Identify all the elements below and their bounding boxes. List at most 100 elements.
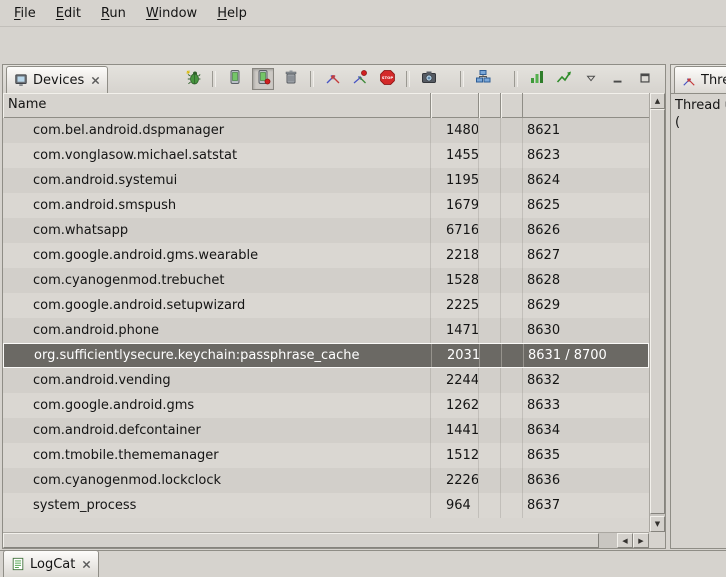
- blank-cell: [501, 293, 523, 318]
- process-pid: 1528: [431, 268, 479, 293]
- start-method-profiling-button[interactable]: [350, 69, 370, 89]
- update-heap-button[interactable]: [225, 69, 245, 89]
- process-port: 8630: [523, 318, 649, 343]
- tab-threads[interactable]: Threads: [674, 66, 726, 93]
- stop-process-button[interactable]: STOP: [377, 69, 397, 89]
- process-port: 8626: [523, 218, 649, 243]
- blank-cell: [502, 344, 524, 367]
- process-pid: 14553: [431, 143, 479, 168]
- process-name: system_process: [3, 493, 431, 518]
- scroll-right-button[interactable]: ▶: [633, 533, 649, 548]
- menu-file[interactable]: File: [4, 3, 46, 24]
- threads-view: Threads Thread up (: [670, 64, 726, 549]
- vertical-scroll-thumb[interactable]: [650, 109, 665, 514]
- table-row[interactable]: com.google.android.gms 12623 8633: [3, 393, 649, 418]
- horizontal-scrollbar[interactable]: ◀ ▶: [3, 532, 649, 548]
- stats-button[interactable]: [527, 69, 547, 89]
- blank-cell: [501, 418, 523, 443]
- screen-capture-icon: [421, 69, 437, 89]
- blank-cell: [479, 493, 501, 518]
- view-hierarchy-button[interactable]: [473, 69, 493, 89]
- blank-cell: [501, 118, 523, 143]
- table-row[interactable]: org.sufficientlysecure.keychain:passphra…: [3, 343, 649, 368]
- blank-cell: [479, 168, 501, 193]
- table-row[interactable]: com.cyanogenmod.lockclock 22265 8636: [3, 468, 649, 493]
- table-row[interactable]: com.android.phone 1471 8630: [3, 318, 649, 343]
- screen-capture-button[interactable]: [419, 69, 439, 89]
- update-threads-button[interactable]: [323, 69, 343, 89]
- vertical-scrollbar[interactable]: ▲ ▼: [649, 93, 665, 532]
- blank-cell: [479, 393, 501, 418]
- tab-devices-label: Devices: [33, 73, 84, 88]
- toolbar-separator: [212, 71, 216, 87]
- menu-run[interactable]: Run: [91, 3, 136, 24]
- main-toolbar-strip: [0, 27, 726, 62]
- table-row[interactable]: com.android.smspush 1679 8625: [3, 193, 649, 218]
- table-row[interactable]: com.vonglasow.michael.satstat 14553 8623: [3, 143, 649, 168]
- menu-window[interactable]: Window: [136, 3, 207, 24]
- table-row[interactable]: com.tmobile.thememanager 1512 8635: [3, 443, 649, 468]
- blank-cell: [501, 318, 523, 343]
- table-row[interactable]: com.android.vending 22440 8632: [3, 368, 649, 393]
- process-name: com.android.smspush: [3, 193, 431, 218]
- view-menu-button[interactable]: [581, 69, 601, 89]
- cause-gc-button[interactable]: [281, 69, 301, 89]
- table-row[interactable]: com.google.android.setupwizard 22250 862…: [3, 293, 649, 318]
- process-port: 8634: [523, 418, 649, 443]
- update-threads-icon: [325, 69, 341, 89]
- table-row[interactable]: com.whatsapp 6716 8626: [3, 218, 649, 243]
- process-pid: 22440: [431, 368, 479, 393]
- menu-run-label: Run: [101, 6, 126, 21]
- tab-devices[interactable]: Devices: [6, 66, 108, 93]
- process-name: com.android.vending: [3, 368, 431, 393]
- process-port: 8623: [523, 143, 649, 168]
- trace-button[interactable]: [554, 69, 574, 89]
- process-name: com.tmobile.thememanager: [3, 443, 431, 468]
- tab-logcat[interactable]: LogCat: [3, 550, 99, 577]
- dump-hprof-button[interactable]: [252, 68, 274, 90]
- ddms-window: File Edit Run Window Help Devices: [0, 0, 726, 577]
- column-header-pid[interactable]: [431, 93, 479, 118]
- close-icon[interactable]: [91, 76, 100, 85]
- table-row[interactable]: com.cyanogenmod.trebuchet 1528 8628: [3, 268, 649, 293]
- minimize-button[interactable]: [608, 69, 628, 89]
- devices-toolbar: STOP: [183, 65, 665, 93]
- table-row[interactable]: system_process 964 8637: [3, 493, 649, 518]
- process-pid: 22185: [431, 243, 479, 268]
- close-icon[interactable]: [82, 560, 91, 569]
- scroll-up-button[interactable]: ▲: [650, 93, 665, 109]
- table-row[interactable]: com.android.systemui 1195 8624: [3, 168, 649, 193]
- process-name: com.vonglasow.michael.satstat: [3, 143, 431, 168]
- menu-edit[interactable]: Edit: [46, 3, 91, 24]
- process-name: com.cyanogenmod.lockclock: [3, 468, 431, 493]
- process-port: 8637: [523, 493, 649, 518]
- scroll-left-button[interactable]: ◀: [617, 533, 633, 548]
- horizontal-scroll-thumb[interactable]: [3, 533, 599, 548]
- maximize-button[interactable]: [635, 69, 655, 89]
- menu-file-label: File: [14, 6, 36, 21]
- menu-help[interactable]: Help: [207, 3, 257, 24]
- svg-text:STOP: STOP: [381, 75, 393, 80]
- devices-view: Devices: [2, 64, 666, 549]
- column-header-blank-1[interactable]: [479, 93, 501, 118]
- blank-cell: [480, 344, 502, 367]
- process-name: com.cyanogenmod.trebuchet: [3, 268, 431, 293]
- blank-cell: [501, 218, 523, 243]
- process-port: 8624: [523, 168, 649, 193]
- column-header-blank-2[interactable]: [501, 93, 523, 118]
- table-row[interactable]: com.android.defcontainer 14411 8634: [3, 418, 649, 443]
- toolbar-separator: [310, 71, 314, 87]
- table-row[interactable]: com.google.android.gms.wearable 22185 86…: [3, 243, 649, 268]
- debug-process-button[interactable]: [183, 69, 203, 89]
- process-pid: 22250: [431, 293, 479, 318]
- trace-icon: [556, 69, 572, 89]
- devices-tabbar: Devices: [3, 65, 665, 94]
- column-header-name[interactable]: Name: [3, 93, 431, 118]
- table-row[interactable]: com.bel.android.dspmanager 1480 8621: [3, 118, 649, 143]
- menu-window-label: Window: [146, 6, 197, 21]
- scroll-down-button[interactable]: ▼: [650, 516, 665, 532]
- process-pid: 964: [431, 493, 479, 518]
- process-port: 8621: [523, 118, 649, 143]
- column-header-port[interactable]: [523, 93, 649, 118]
- process-pid: 12623: [431, 393, 479, 418]
